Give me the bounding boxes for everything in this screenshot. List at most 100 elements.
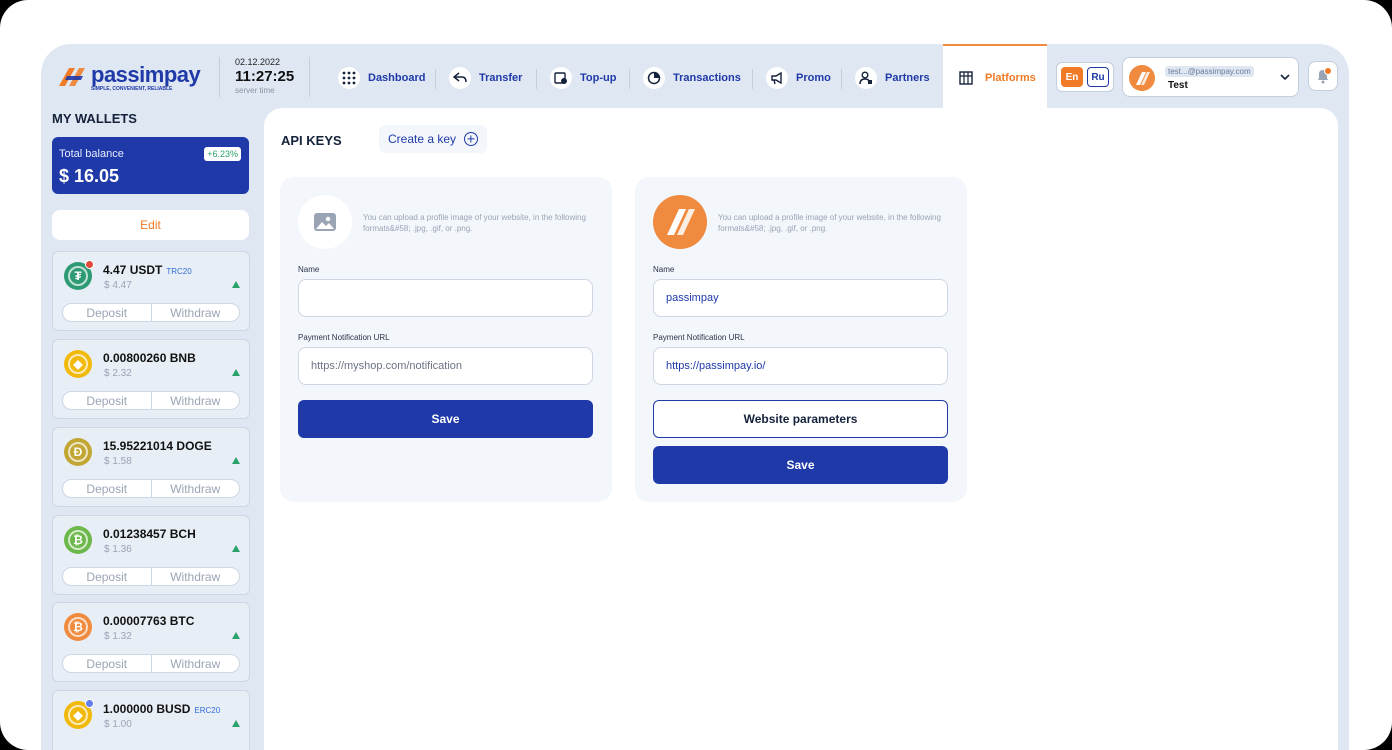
trend-up-icon — [232, 632, 240, 639]
lang-ru-button[interactable]: Ru — [1087, 67, 1109, 87]
language-switcher: En Ru — [1056, 62, 1114, 92]
website-parameters-button[interactable]: Website parameters — [653, 400, 948, 438]
nav-divider — [435, 69, 436, 89]
wallet-amount: 15.95221014 DOGE — [103, 439, 212, 453]
deposit-button[interactable]: Deposit — [63, 304, 151, 321]
nav-label: Transactions — [673, 72, 741, 84]
wallet-usd-value: $ 2.32 — [104, 368, 132, 379]
withdraw-button[interactable]: Withdraw — [150, 655, 240, 672]
nav-label: Dashboard — [368, 72, 426, 84]
wallet-usd-value: $ 1.00 — [104, 719, 132, 730]
user-menu[interactable]: test...@passimpay.com Test — [1122, 57, 1299, 97]
notification-url-input[interactable]: https://passimpay.io/ — [653, 347, 948, 385]
wallet-card-bnb: ◆ 0.00800260 BNB $ 2.32 Deposit Withdraw — [52, 339, 250, 419]
brand-logo[interactable]: passimpay SIMPLE, CONVENIENT, RELIABLE — [53, 62, 213, 92]
upload-hint: You can upload a profile image of your w… — [718, 213, 941, 233]
wallet-actions: Deposit Withdraw — [62, 303, 240, 322]
trend-up-icon — [232, 369, 240, 376]
avatar — [1129, 65, 1155, 91]
nav-divider — [536, 69, 537, 89]
nav-divider — [752, 69, 753, 89]
platforms-icon — [955, 67, 977, 89]
deposit-button[interactable]: Deposit — [63, 655, 151, 672]
wallet-card-btc: ₿ 0.00007763 BTC $ 1.32 Deposit Withdraw — [52, 602, 250, 682]
name-label: Name — [298, 265, 320, 274]
wallet-actions: Deposit Withdraw — [62, 567, 240, 586]
wallet-card-usdt: ₮ 4.47 USDT TRC20 $ 4.47 Deposit Withdraw — [52, 251, 250, 331]
url-label: Payment Notification URL — [653, 333, 745, 342]
notification-badge — [1324, 67, 1332, 75]
total-balance-value: $ 16.05 — [59, 166, 120, 186]
nav-transfer[interactable]: Transfer — [449, 64, 522, 92]
nav-label: Top-up — [580, 72, 617, 84]
screen-frame: passimpay SIMPLE, CONVENIENT, RELIABLE 0… — [0, 0, 1392, 750]
nav-partners[interactable]: Partners — [855, 64, 930, 92]
trend-up-icon — [232, 457, 240, 464]
save-button[interactable]: Save — [653, 446, 948, 484]
create-key-label: Create a key — [388, 132, 457, 146]
wallet-usd-value: $ 4.47 — [104, 280, 132, 291]
create-key-button[interactable]: Create a key — [379, 125, 488, 153]
page-title: API KEYS — [281, 133, 342, 148]
wallets-title: MY WALLETS — [52, 111, 137, 126]
btc-coin-icon: ₿ — [64, 613, 92, 641]
server-time: 11:27:25 — [235, 68, 295, 85]
tron-network-icon — [85, 260, 94, 269]
url-label: Payment Notification URL — [298, 333, 390, 342]
header-divider — [219, 57, 220, 97]
notification-url-input[interactable]: https://myshop.com/notification — [298, 347, 593, 385]
name-input[interactable]: passimpay — [653, 279, 948, 317]
lang-en-button[interactable]: En — [1061, 67, 1083, 87]
total-balance-card: Total balance +6.23% $ 16.05 — [52, 137, 249, 194]
save-button[interactable]: Save — [298, 400, 593, 438]
header-divider — [309, 57, 310, 97]
notifications-button[interactable] — [1308, 61, 1338, 91]
withdraw-button[interactable]: Withdraw — [150, 568, 240, 585]
trend-up-icon — [232, 281, 240, 288]
wallet-usd-value: $ 1.58 — [104, 456, 132, 467]
deposit-button[interactable]: Deposit — [63, 392, 151, 409]
withdraw-button[interactable]: Withdraw — [150, 304, 240, 321]
wallet-usd-value: $ 1.32 — [104, 631, 132, 642]
doge-coin-icon: Ð — [64, 438, 92, 466]
transactions-icon — [643, 67, 665, 89]
app-window: passimpay SIMPLE, CONVENIENT, RELIABLE 0… — [41, 44, 1349, 750]
website-logo[interactable] — [653, 195, 707, 249]
nav-platforms[interactable]: Platforms — [955, 64, 1036, 92]
nav-dashboard[interactable]: Dashboard — [338, 64, 425, 92]
wallet-amount: 0.00007763 BTC — [103, 614, 195, 628]
deposit-button[interactable]: Deposit — [63, 568, 151, 585]
deposit-button[interactable]: Deposit — [63, 480, 151, 497]
wallet-amount: 1.000000 BUSD ERC20 — [103, 702, 221, 716]
wallet-amount: 0.00800260 BNB — [103, 351, 196, 365]
withdraw-button[interactable]: Withdraw — [150, 392, 240, 409]
nav-promo[interactable]: Promo — [766, 64, 831, 92]
bnb-coin-icon: ◆ — [64, 350, 92, 378]
busd-coin-icon: ◆ — [64, 699, 94, 729]
nav-label: Promo — [796, 72, 831, 84]
wallet-actions: Deposit Withdraw — [62, 391, 240, 410]
upload-image-button[interactable] — [298, 195, 352, 249]
plus-circle-icon — [464, 132, 479, 146]
megaphone-icon — [766, 67, 788, 89]
nav-transactions[interactable]: Transactions — [643, 64, 741, 92]
edit-wallets-button[interactable]: Edit — [52, 210, 249, 240]
brand-name: passimpay — [91, 62, 201, 87]
main-panel: API KEYS Create a key You can upload a p… — [264, 108, 1338, 750]
server-time-label: server time — [235, 86, 275, 95]
server-date: 02.12.2022 — [235, 57, 281, 67]
nav-topup[interactable]: Top-up — [550, 64, 616, 92]
wallet-actions: Deposit Withdraw — [62, 479, 240, 498]
wallet-actions: Deposit Withdraw — [62, 654, 240, 673]
topup-icon — [550, 67, 572, 89]
bch-coin-icon: ₿ — [64, 526, 92, 554]
chevron-down-icon — [1280, 74, 1290, 81]
wallet-amount: 4.47 USDT TRC20 — [103, 263, 192, 277]
wallet-card-doge: Ð 15.95221014 DOGE $ 1.58 Deposit Withdr… — [52, 427, 250, 507]
nav-divider — [841, 69, 842, 89]
name-input[interactable] — [298, 279, 593, 317]
balance-change-badge: +6.23% — [204, 147, 241, 161]
api-key-card: You can upload a profile image of your w… — [280, 177, 612, 502]
withdraw-button[interactable]: Withdraw — [150, 480, 240, 497]
wallet-card-bch: ₿ 0.01238457 BCH $ 1.36 Deposit Withdraw — [52, 515, 250, 595]
